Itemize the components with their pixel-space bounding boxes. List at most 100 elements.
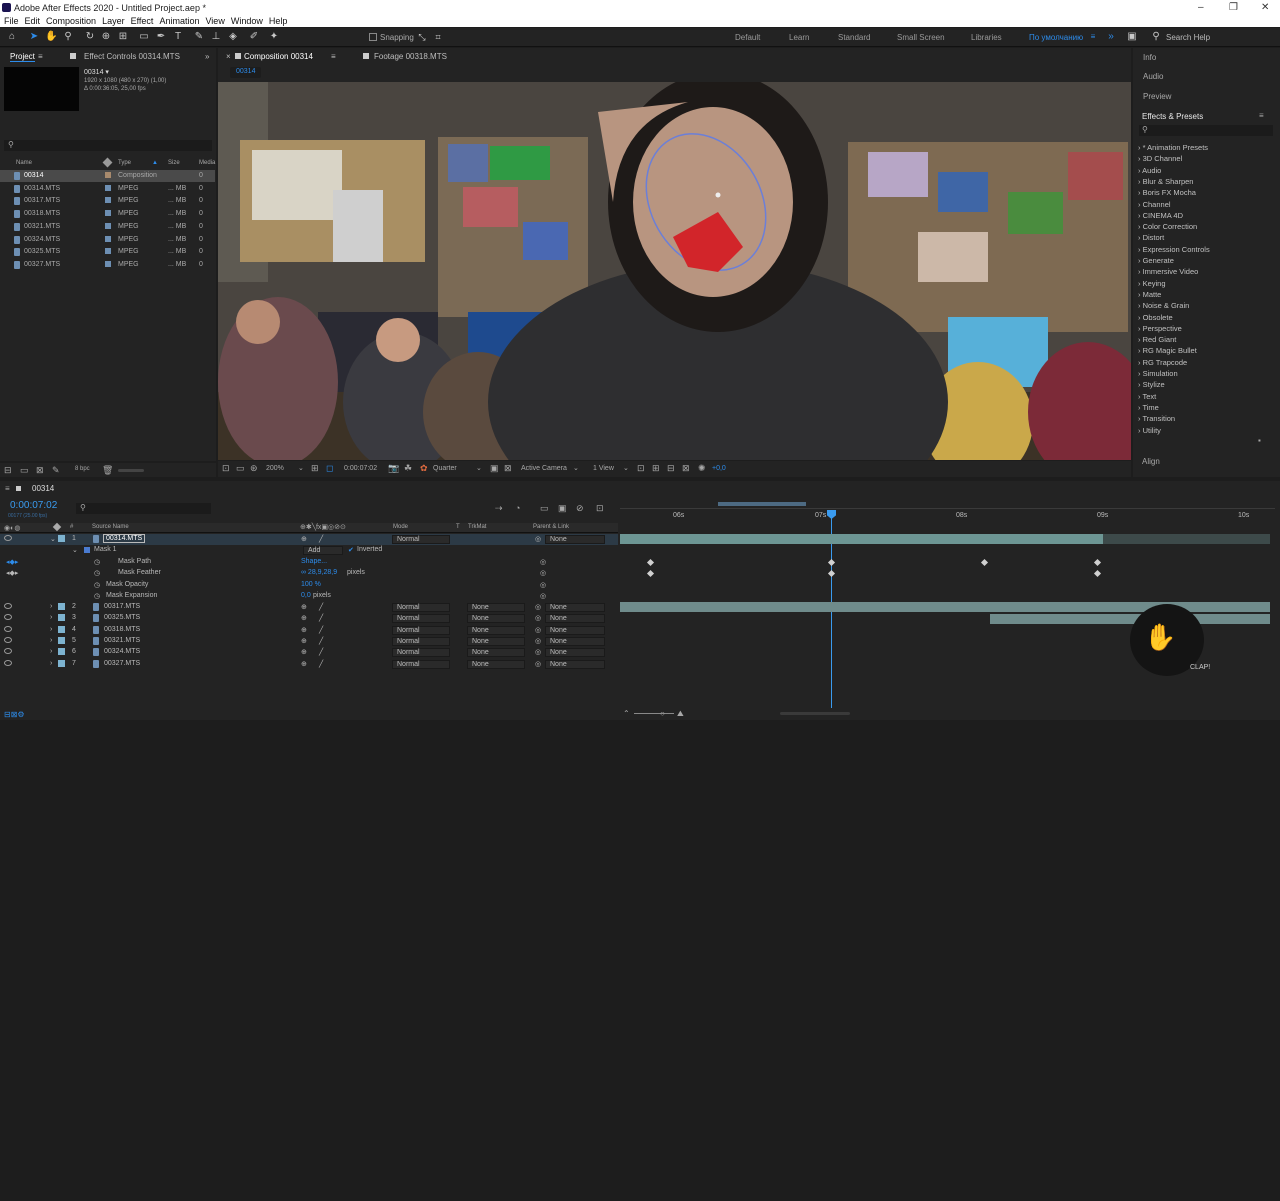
close-timeline-icon[interactable]: ≡: [5, 484, 10, 493]
workspace-custom[interactable]: По умолчанию: [1029, 33, 1083, 42]
project-item[interactable]: 00325.MTS MPEG ... MB 0: [0, 246, 215, 258]
expand-chevron-icon[interactable]: ›: [50, 648, 52, 655]
effects-category[interactable]: › Time: [1138, 403, 1159, 412]
workspace-learn[interactable]: Learn: [789, 33, 809, 42]
parent-dropdown[interactable]: None: [545, 659, 605, 669]
render-status-icon[interactable]: ⊟⊠⚙: [4, 710, 25, 719]
hand-tool-icon[interactable]: ✋: [45, 31, 57, 43]
expand-chevron-icon[interactable]: ›: [1138, 200, 1141, 209]
always-preview-icon[interactable]: ⊡: [222, 463, 230, 474]
info-panel-title[interactable]: Info: [1143, 53, 1156, 62]
graph-editor-icon[interactable]: ⊡: [596, 503, 604, 514]
anchor-switch-icon[interactable]: ⊕: [301, 614, 307, 622]
anchor-switch-icon[interactable]: ⊕: [301, 648, 307, 656]
layer-row[interactable]: › 5 00321.MTS ⊕ ╱ Normal None ◎ None: [0, 636, 618, 647]
col-t[interactable]: T: [456, 524, 460, 530]
timeline-horizontal-scrollbar[interactable]: [780, 712, 850, 715]
effects-category[interactable]: › Red Giant: [1138, 335, 1176, 344]
mask-feather-row[interactable]: ◂◆▸ ◷ Mask Feather ∞ 28,9,28,9 pixels ◎: [0, 568, 618, 579]
pen-tool-icon[interactable]: ✒: [155, 31, 167, 43]
col-parent[interactable]: Parent & Link: [533, 524, 569, 530]
effects-category[interactable]: › Generate: [1138, 256, 1174, 265]
layer-mode-dropdown[interactable]: Normal: [392, 603, 450, 612]
expand-chevron-icon[interactable]: ›: [1138, 222, 1141, 231]
parent-dropdown[interactable]: None: [545, 625, 605, 635]
effects-category[interactable]: › 3D Channel: [1138, 154, 1182, 163]
expand-chevron-icon[interactable]: ›: [1138, 267, 1141, 276]
camera-dropdown[interactable]: Active Camera: [521, 465, 567, 472]
expand-chevron-icon[interactable]: ›: [1138, 233, 1141, 242]
trkmat-dropdown[interactable]: None: [467, 659, 525, 669]
stopwatch-icon[interactable]: ◷: [94, 569, 100, 577]
close-icon[interactable]: ✕: [1261, 2, 1269, 13]
effects-category[interactable]: › RG Magic Bullet: [1138, 346, 1197, 355]
project-item-label[interactable]: [105, 197, 111, 204]
menu-file[interactable]: File: [4, 16, 19, 27]
parent-dropdown[interactable]: None: [545, 648, 605, 658]
layer-row[interactable]: › 4 00318.MTS ⊕ ╱ Normal None ◎ None: [0, 625, 618, 636]
show-snapshot-icon[interactable]: ☘: [404, 463, 412, 474]
expand-chevron-icon[interactable]: ›: [1138, 154, 1141, 163]
thumbnail-slider[interactable]: [118, 469, 144, 472]
expand-chevron-icon[interactable]: ›: [1138, 324, 1141, 333]
expand-chevron-icon[interactable]: ›: [1138, 256, 1141, 265]
current-time-display[interactable]: 0:00:07:02: [344, 465, 377, 472]
motion-blur-icon[interactable]: ⊘: [576, 503, 584, 514]
pickwhip-icon[interactable]: ◎: [535, 660, 541, 668]
quality-switch-icon[interactable]: ╱: [319, 626, 323, 634]
parent-dropdown[interactable]: None: [545, 603, 605, 612]
mask-collapse-icon[interactable]: ⌄: [72, 546, 78, 554]
preview-toggle-icon[interactable]: ⊛: [250, 463, 258, 474]
pickwhip-icon[interactable]: ◎: [540, 592, 546, 600]
mask-path-value[interactable]: Shape...: [301, 558, 327, 565]
visibility-eye-icon[interactable]: [4, 603, 12, 609]
snap-icon[interactable]: ⤡: [416, 31, 428, 43]
expand-chevron-icon[interactable]: ›: [1138, 358, 1141, 367]
trkmat-dropdown[interactable]: None: [467, 648, 525, 658]
workspace-libraries[interactable]: Libraries: [971, 33, 1002, 42]
visibility-eye-icon[interactable]: [4, 648, 12, 655]
zoom-out-icon[interactable]: ⌃: [623, 709, 630, 718]
project-item-label[interactable]: [105, 184, 111, 191]
visibility-eye-icon[interactable]: [4, 636, 12, 643]
visibility-eye-icon[interactable]: [4, 659, 12, 666]
col-size[interactable]: Size: [168, 160, 180, 166]
screen-icon[interactable]: ▣: [1126, 31, 1138, 43]
visibility-eye-icon[interactable]: [4, 625, 12, 632]
menu-effect[interactable]: Effect: [131, 16, 154, 27]
layer-label-color[interactable]: [58, 625, 65, 633]
parent-dropdown[interactable]: None: [545, 535, 605, 544]
effects-category[interactable]: › Distort: [1138, 233, 1164, 242]
bpc-label[interactable]: 8 bpc: [75, 466, 90, 472]
project-item[interactable]: 00314.MTS MPEG ... MB 0: [0, 183, 215, 195]
pickwhip-icon[interactable]: ◎: [535, 603, 541, 611]
effects-presets-title[interactable]: Effects & Presets: [1142, 112, 1203, 121]
project-item-label[interactable]: [105, 248, 111, 255]
timeline-search-input[interactable]: [76, 503, 211, 514]
snap-options-icon[interactable]: ⌗: [432, 31, 444, 43]
views-dropdown[interactable]: 1 View: [593, 465, 614, 472]
effects-category[interactable]: › Matte: [1138, 290, 1161, 299]
workspace-menu-icon[interactable]: ≡: [1087, 31, 1099, 43]
col-source-name[interactable]: Source Name: [92, 524, 129, 530]
layer-mode-dropdown[interactable]: Normal: [392, 648, 450, 658]
expand-chevron-icon[interactable]: ›: [1138, 279, 1141, 288]
quality-switch-icon[interactable]: ╱: [319, 535, 323, 543]
effects-category[interactable]: › Simulation: [1138, 369, 1178, 378]
mask-path-row[interactable]: ◂◆▸ ◷ Mask Path Shape... ◎: [0, 557, 618, 568]
pickwhip-icon[interactable]: ◎: [540, 558, 546, 566]
timeline-current-time[interactable]: 0:00:07:02: [10, 500, 57, 511]
snapshot-icon[interactable]: 📷: [388, 463, 399, 474]
layer-source-name[interactable]: 00314.MTS: [103, 534, 146, 543]
search-help-field[interactable]: Search Help: [1166, 33, 1210, 42]
layer-label-color[interactable]: [58, 603, 65, 610]
inverted-checkbox-icon[interactable]: ✔: [348, 546, 354, 554]
stopwatch-icon[interactable]: ◷: [94, 592, 100, 600]
workspace-default[interactable]: Default: [735, 33, 760, 42]
mask-feather-value[interactable]: ∞ 28,9,28,9: [301, 569, 337, 576]
col-media[interactable]: Media: [199, 160, 215, 166]
anchor-switch-icon[interactable]: ⊕: [301, 626, 307, 634]
project-item-label[interactable]: [105, 222, 111, 229]
views-chevron-icon[interactable]: ⌄: [623, 464, 629, 472]
layer-label-color[interactable]: [58, 614, 65, 622]
